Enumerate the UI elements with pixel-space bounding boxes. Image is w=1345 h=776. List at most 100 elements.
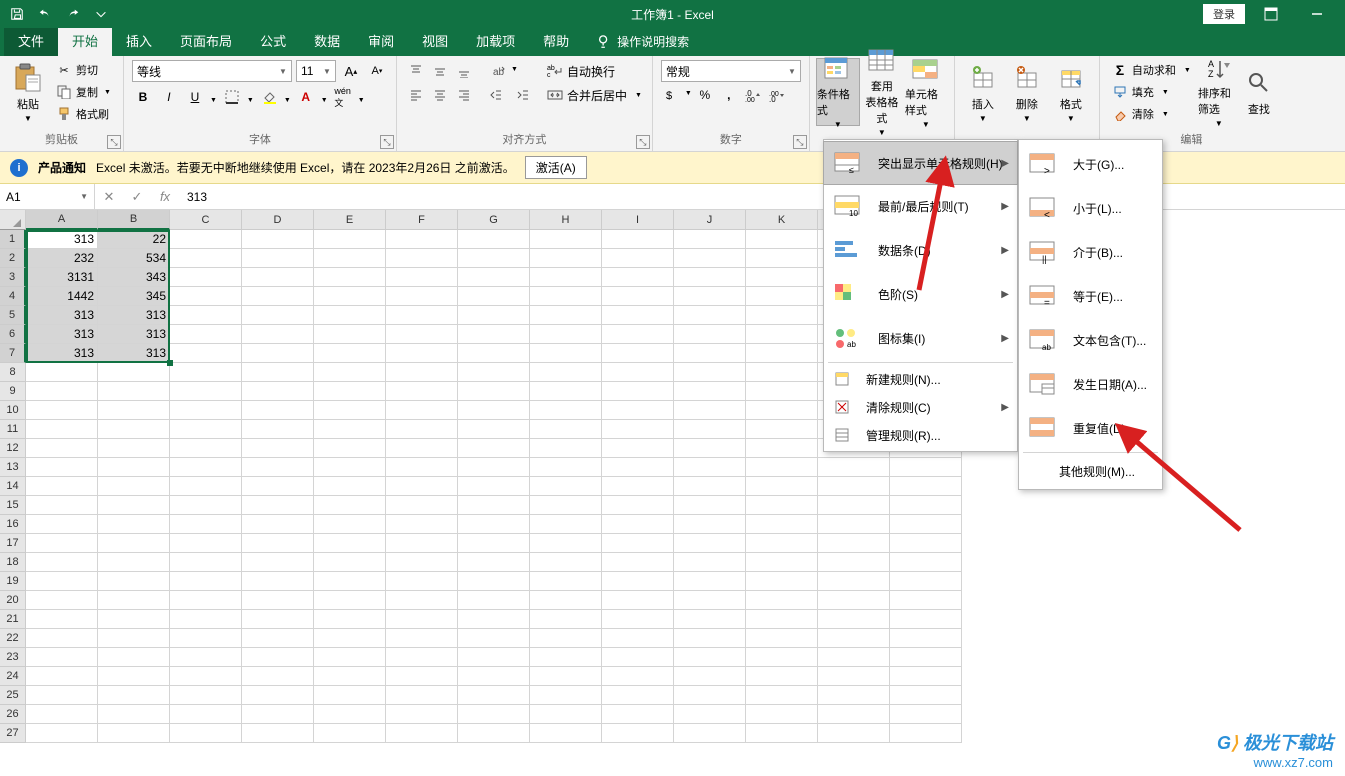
cell[interactable] — [314, 458, 386, 477]
cell[interactable] — [602, 439, 674, 458]
cell[interactable] — [314, 686, 386, 705]
cell[interactable] — [746, 230, 818, 249]
cell[interactable] — [530, 610, 602, 629]
cell[interactable] — [746, 515, 818, 534]
cell[interactable] — [98, 515, 170, 534]
cell[interactable] — [674, 287, 746, 306]
cell[interactable] — [458, 496, 530, 515]
cell[interactable] — [746, 363, 818, 382]
cell[interactable] — [818, 724, 890, 743]
tab-addins[interactable]: 加载项 — [462, 25, 529, 56]
cell[interactable] — [890, 629, 962, 648]
phonetic-button[interactable]: wén文 — [332, 86, 354, 108]
cell[interactable] — [818, 458, 890, 477]
cell[interactable] — [458, 458, 530, 477]
cell[interactable] — [746, 553, 818, 572]
cell[interactable] — [674, 648, 746, 667]
cell[interactable] — [170, 496, 242, 515]
undo-button[interactable] — [32, 2, 58, 26]
cell[interactable] — [26, 477, 98, 496]
cell[interactable] — [818, 496, 890, 515]
cell[interactable] — [458, 648, 530, 667]
row-header[interactable]: 14 — [0, 477, 26, 496]
cell[interactable] — [674, 382, 746, 401]
decrease-decimal-button[interactable]: .00.0 — [766, 84, 788, 106]
cell[interactable] — [602, 572, 674, 591]
cell[interactable] — [314, 553, 386, 572]
cell[interactable] — [818, 591, 890, 610]
cell[interactable] — [458, 477, 530, 496]
cell-styles-button[interactable]: 单元格样式▼ — [904, 58, 948, 126]
cell[interactable]: 313 — [26, 344, 98, 363]
cell[interactable] — [746, 686, 818, 705]
accounting-format-button[interactable]: $ — [661, 84, 683, 106]
cell[interactable] — [242, 401, 314, 420]
row-header[interactable]: 7 — [0, 344, 26, 363]
cell[interactable] — [674, 268, 746, 287]
shrink-font-button[interactable]: A▾ — [366, 60, 388, 82]
wrap-text-button[interactable]: abc自动换行 — [543, 60, 646, 82]
cell[interactable] — [26, 724, 98, 743]
cell[interactable] — [530, 249, 602, 268]
tab-insert[interactable]: 插入 — [112, 25, 166, 56]
cell[interactable] — [242, 287, 314, 306]
align-right-button[interactable] — [453, 84, 475, 106]
cell[interactable] — [314, 724, 386, 743]
cell[interactable] — [530, 268, 602, 287]
cell[interactable] — [26, 667, 98, 686]
cell[interactable] — [602, 515, 674, 534]
cell[interactable] — [818, 686, 890, 705]
cell[interactable] — [98, 686, 170, 705]
grow-font-button[interactable]: A▴ — [340, 60, 362, 82]
cell[interactable] — [170, 553, 242, 572]
selection-handle[interactable] — [167, 360, 173, 366]
cell[interactable] — [890, 686, 962, 705]
cell[interactable] — [98, 629, 170, 648]
number-launcher[interactable]: ⤡ — [793, 135, 807, 149]
cell[interactable] — [242, 686, 314, 705]
cell[interactable] — [170, 230, 242, 249]
cell[interactable] — [458, 591, 530, 610]
cell[interactable] — [170, 287, 242, 306]
cell[interactable] — [26, 515, 98, 534]
cell[interactable] — [98, 477, 170, 496]
cell[interactable] — [818, 572, 890, 591]
tab-page-layout[interactable]: 页面布局 — [166, 25, 246, 56]
cell[interactable] — [746, 610, 818, 629]
cell[interactable] — [386, 287, 458, 306]
cell[interactable] — [386, 553, 458, 572]
cell[interactable]: 345 — [98, 287, 170, 306]
cell[interactable] — [314, 363, 386, 382]
row-header[interactable]: 19 — [0, 572, 26, 591]
cell[interactable] — [890, 515, 962, 534]
cell[interactable] — [530, 344, 602, 363]
cell[interactable] — [746, 344, 818, 363]
cell[interactable] — [746, 306, 818, 325]
cell[interactable] — [746, 325, 818, 344]
cell[interactable] — [98, 705, 170, 724]
cell[interactable] — [242, 420, 314, 439]
cell[interactable] — [170, 629, 242, 648]
cell[interactable] — [314, 249, 386, 268]
cell[interactable] — [242, 705, 314, 724]
conditional-formatting-button[interactable]: 条件格式▼ — [816, 58, 860, 126]
row-header[interactable]: 1 — [0, 230, 26, 249]
column-header[interactable]: E — [314, 210, 386, 230]
cell[interactable] — [314, 268, 386, 287]
italic-button[interactable]: I — [158, 86, 180, 108]
cell[interactable] — [530, 496, 602, 515]
cell[interactable] — [170, 401, 242, 420]
select-all-corner[interactable] — [0, 210, 26, 230]
cell[interactable] — [674, 439, 746, 458]
cell[interactable] — [674, 344, 746, 363]
tab-home[interactable]: 开始 — [58, 25, 112, 56]
cell[interactable] — [314, 344, 386, 363]
cell[interactable] — [242, 724, 314, 743]
cell[interactable] — [530, 401, 602, 420]
cell[interactable] — [602, 686, 674, 705]
cell[interactable] — [458, 401, 530, 420]
cell[interactable] — [818, 648, 890, 667]
delete-cells-button[interactable]: 删除▼ — [1005, 58, 1049, 126]
submenu-more-rules[interactable]: 其他规则(M)... — [1019, 455, 1162, 487]
cell[interactable] — [890, 534, 962, 553]
